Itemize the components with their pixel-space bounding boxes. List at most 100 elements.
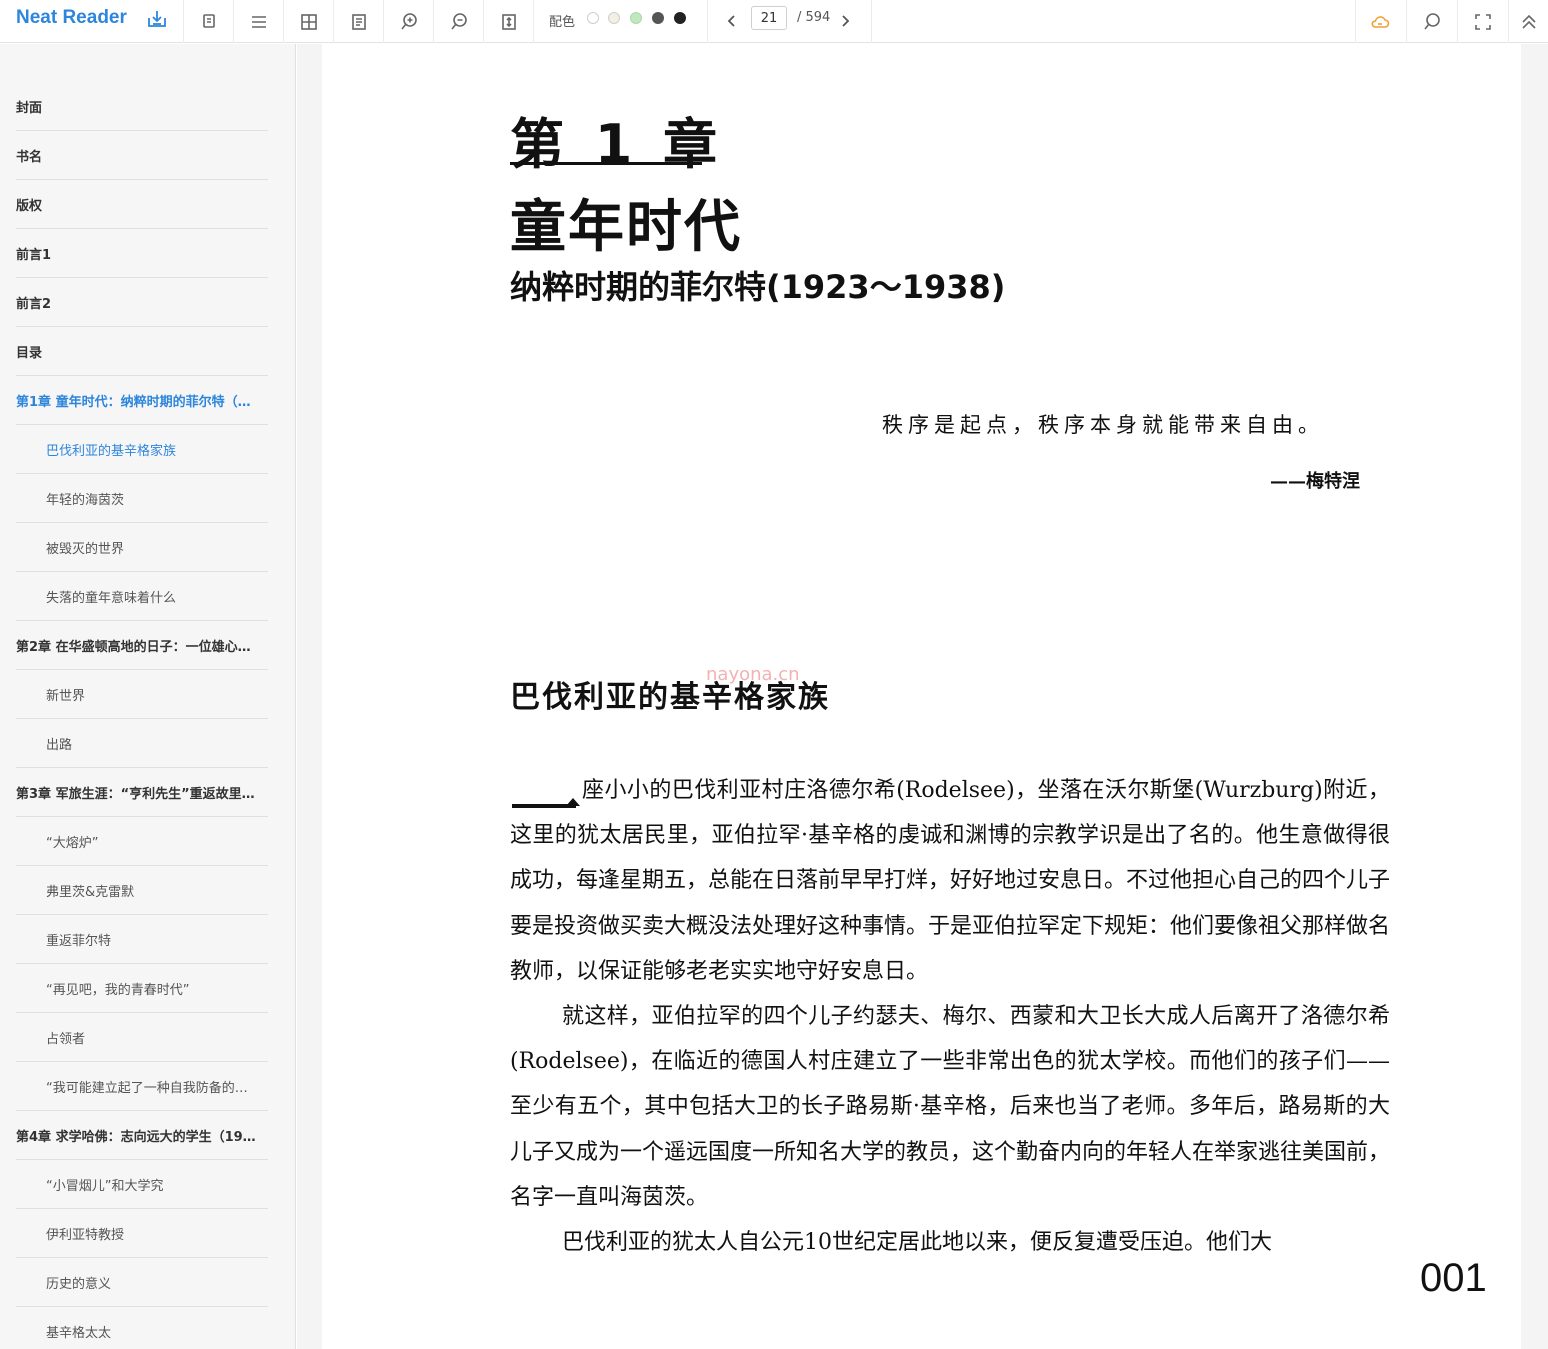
grid-view-button[interactable] (284, 0, 333, 43)
theme-green-option[interactable] (630, 12, 642, 24)
menu-icon (251, 15, 266, 28)
toc-item-label: 第2章 在华盛顿高地的日子：一位雄心… (16, 639, 251, 655)
fullscreen-button[interactable] (1458, 0, 1507, 43)
theme-sepia-option[interactable] (608, 12, 620, 24)
toc-chapter-item[interactable]: 第1章 童年时代：纳粹时期的菲尔特（… (16, 376, 268, 425)
page-total: / 594 (797, 10, 831, 25)
toc-chapter-item[interactable]: 第3章 军旅生涯：“亨利先生”重返故里… (16, 768, 268, 817)
toolbar-divider (871, 0, 872, 43)
toc-section-item[interactable]: “小冒烟儿”和大学究 (16, 1160, 268, 1209)
toc-chapter-item[interactable]: 前言1 (16, 229, 268, 278)
paragraph: 巴伐利亚的犹太人自公元10世纪定居此地以来，便反复遭受压迫。他们大 (562, 1230, 1272, 1256)
document-icon (351, 13, 366, 30)
collapse-toolbar-button[interactable] (1509, 0, 1548, 43)
chevron-left-icon (727, 15, 735, 27)
toc-item-label: 年轻的海茵茨 (46, 492, 125, 508)
chapter-underline (510, 162, 702, 165)
toc-item-label: 版权 (16, 198, 43, 214)
prev-page-button[interactable] (720, 6, 744, 36)
search-icon (1423, 12, 1440, 29)
toolbar-divider (533, 0, 534, 43)
zoom-in-icon (400, 12, 417, 29)
toc-item-label: 巴伐利亚的基辛格家族 (46, 443, 177, 459)
toc-section-item[interactable]: 被毁灭的世界 (16, 523, 268, 572)
toc-item-label: “大熔炉” (46, 835, 99, 851)
cloud-icon (1370, 15, 1389, 28)
toc-section-item[interactable]: 占领者 (16, 1013, 268, 1062)
toc-item-label: 第1章 童年时代：纳粹时期的菲尔特（… (16, 394, 251, 410)
toc-section-item[interactable]: 弗里茨&克雷默 (16, 866, 268, 915)
toc-chapter-item[interactable]: 封面 (16, 82, 268, 131)
grid-icon (300, 13, 317, 30)
toc-sidebar: 封面书名版权前言1 前言2 目录第1章 童年时代：纳粹时期的菲尔特（… 巴伐利亚的基辛… (0, 44, 296, 1349)
toc-item-label: 基辛格太太 (46, 1325, 112, 1341)
toc-item-label: 失落的童年意味着什么 (46, 590, 177, 606)
fit-height-button[interactable] (484, 0, 533, 43)
toc-section-item[interactable]: 伊利亚特教授 (16, 1209, 268, 1258)
toc-list: 封面书名版权前言1 前言2 目录第1章 童年时代：纳粹时期的菲尔特（… 巴伐利亚的基辛… (16, 82, 268, 1349)
toc-menu-button[interactable] (234, 0, 283, 43)
toc-item-label: 出路 (46, 737, 73, 753)
toc-section-item[interactable]: 巴伐利亚的基辛格家族 (16, 425, 268, 474)
toc-section-item[interactable]: 重返菲尔特 (16, 915, 268, 964)
fit-height-icon (501, 13, 516, 30)
chapter-title: 童年时代 (510, 195, 742, 260)
toc-item-label: 重返菲尔特 (46, 933, 112, 949)
page-number-input[interactable] (751, 6, 787, 30)
epigraph-author: ——梅特涅 (1270, 471, 1360, 492)
toc-section-item[interactable]: 基辛格太太 (16, 1307, 268, 1349)
page-gutter-left (297, 44, 322, 1349)
toc-chapter-item[interactable]: 第4章 求学哈佛：志向远大的学生（19… (16, 1111, 268, 1160)
toc-chapter-item[interactable]: 目录 (16, 327, 268, 376)
book-page: 第 1 章 童年时代 纳粹时期的菲尔特(1923～1938) 秩序是起点，秩序本… (322, 44, 1521, 1349)
export-icon[interactable] (146, 8, 168, 30)
chapter-label: 第 1 章 (510, 113, 724, 176)
toc-chapter-item[interactable]: 第2章 在华盛顿高地的日子：一位雄心… (16, 621, 268, 670)
zoom-out-button[interactable] (434, 0, 483, 43)
toc-section-item[interactable]: 出路 (16, 719, 268, 768)
page-gutter-right (1521, 44, 1548, 1349)
toc-item-label: 书名 (16, 149, 43, 165)
app-brand: Neat Reader (16, 7, 127, 28)
toc-chapter-item[interactable]: 书名 (16, 131, 268, 180)
toc-section-item[interactable]: 年轻的海茵茨 (16, 474, 268, 523)
toc-item-label: 伊利亚特教授 (46, 1227, 125, 1243)
theme-gray-option[interactable] (652, 12, 664, 24)
paragraph: 座小小的巴伐利亚村庄洛德尔希(Rodelsee)，坐落在沃尔斯堡(Wurzbur… (510, 778, 1391, 984)
search-button[interactable] (1407, 0, 1456, 43)
toc-item-label: 新世界 (46, 688, 86, 704)
chapter-subtitle: 纳粹时期的菲尔特(1923～1938) (510, 268, 1006, 306)
toc-section-item[interactable]: “再见吧，我的青春时代” (16, 964, 268, 1013)
theme-label: 配色 (549, 15, 576, 30)
epigraph: 秩序是起点，秩序本身就能带来自由。 (882, 413, 1324, 437)
toc-item-label: “小冒烟儿”和大学究 (46, 1178, 164, 1194)
toc-chapter-item[interactable]: 前言2 (16, 278, 268, 327)
toc-section-item[interactable]: “大熔炉” (16, 817, 268, 866)
theme-white-option[interactable] (587, 12, 599, 24)
toc-section-item[interactable]: 历史的意义 (16, 1258, 268, 1307)
toc-item-label: 历史的意义 (46, 1276, 112, 1292)
toc-item-label: 被毁灭的世界 (46, 541, 125, 557)
toc-item-label: 前言2 (16, 296, 52, 312)
toc-section-item[interactable]: 失落的童年意味着什么 (16, 572, 268, 621)
cloud-sync-button[interactable] (1355, 0, 1404, 43)
notes-button[interactable] (334, 0, 383, 43)
zoom-in-button[interactable] (384, 0, 433, 43)
toc-section-item[interactable]: 新世界 (16, 670, 268, 719)
copy-icon (202, 13, 215, 28)
toc-item-label: 前言1 (16, 247, 52, 263)
theme-dark-option[interactable] (674, 12, 686, 24)
copy-button[interactable] (184, 0, 233, 43)
toc-item-label: 封面 (16, 100, 43, 116)
body-text: 座小小的巴伐利亚村庄洛德尔希(Rodelsee)，坐落在沃尔斯堡(Wurzbur… (510, 768, 1390, 1265)
toc-item-label: 目录 (16, 345, 43, 361)
toc-item-label: 占领者 (46, 1031, 86, 1047)
top-toolbar: Neat Reader 配色 / (0, 0, 1548, 43)
toc-item-label: 第4章 求学哈佛：志向远大的学生（19… (16, 1129, 256, 1145)
toc-section-item[interactable]: “我可能建立起了一种自我防备的… (16, 1062, 268, 1111)
toc-chapter-item[interactable]: 版权 (16, 180, 268, 229)
chevron-right-icon (842, 15, 850, 27)
section-title: 巴伐利亚的基辛格家族 (510, 680, 830, 715)
toc-item-label: 第3章 军旅生涯：“亨利先生”重返故里… (16, 786, 255, 802)
next-page-button[interactable] (833, 6, 857, 36)
